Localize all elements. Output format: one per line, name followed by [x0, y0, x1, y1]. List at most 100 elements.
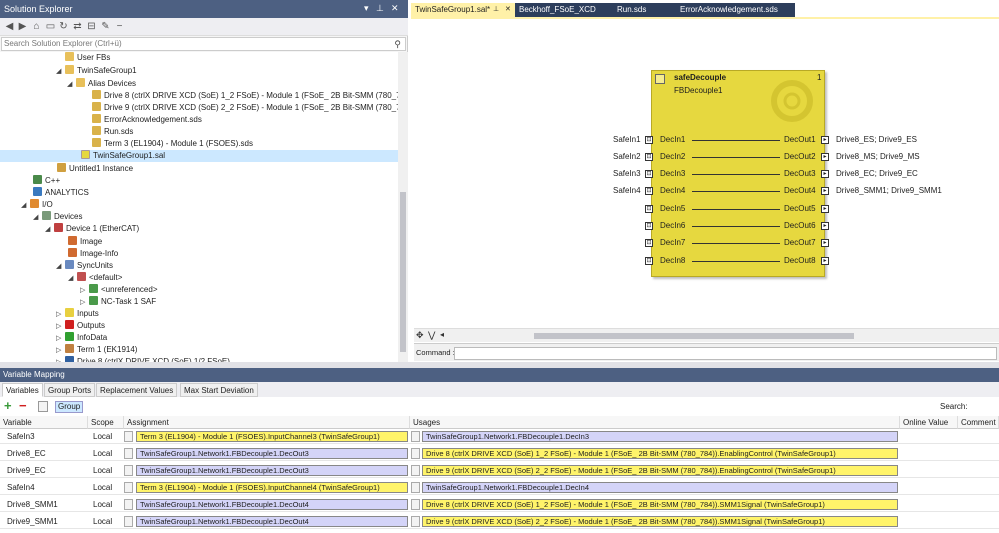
output-pin-5[interactable]: ▸ — [821, 205, 829, 213]
tree-item-run[interactable]: Run.sds — [92, 126, 133, 138]
usages-cell[interactable]: TwinSafeGroup1.Network1.FBDecouple1.DecI… — [422, 431, 898, 442]
output-pin-4[interactable]: ▸ — [821, 187, 829, 195]
column-header-usages[interactable]: Usages — [410, 416, 900, 429]
tree-item-cpp[interactable]: C++ — [33, 175, 60, 187]
tree-item-term3[interactable]: Term 3 (EL1904) - Module 1 (FSOES).sds — [92, 138, 253, 150]
output-pin-2[interactable]: ▸ — [821, 153, 829, 161]
table-row[interactable]: SafeIn3 Local Term 3 (EL1904) - Module 1 (… — [0, 429, 999, 444]
expanded-arrow-icon[interactable]: ◢ — [33, 212, 42, 224]
collapse-all-icon[interactable]: ⊟ — [86, 21, 97, 32]
input-pin-6[interactable]: ⊡ — [645, 222, 653, 230]
assignment-picker-button[interactable] — [124, 482, 133, 493]
expanded-arrow-icon[interactable]: ◢ — [68, 273, 77, 285]
output-pin-6[interactable]: ▸ — [821, 222, 829, 230]
input-pin-3[interactable]: ⊡ — [645, 170, 653, 178]
usages-cell[interactable]: Drive 9 (ctrlX DRIVE XCD (SoE) 2_2 FSoE)… — [422, 465, 898, 476]
search-icon[interactable]: ⚲ — [394, 39, 401, 50]
column-header-online-value[interactable]: Online Value — [900, 416, 958, 429]
solution-explorer-search-input[interactable]: Search Solution Explorer (Ctrl+ü) ⚲ — [1, 37, 406, 51]
home-icon[interactable]: ⌂ — [31, 21, 42, 32]
expanded-arrow-icon[interactable]: ◢ — [67, 79, 76, 91]
tree-item-alias-devices[interactable]: ◢ Alias Devices — [67, 78, 136, 90]
tree-item-error-ack[interactable]: ErrorAcknowledgement.sds — [92, 114, 202, 126]
tree-item-term1[interactable]: ▷ Term 1 (EK1914) — [56, 344, 137, 356]
dropdown-icon[interactable]: ▾ — [364, 3, 369, 14]
usages-picker-button[interactable] — [411, 431, 420, 442]
tab-error-acknowledgement-sds[interactable]: ErrorAcknowledgement.sds — [676, 3, 795, 17]
expanded-arrow-icon[interactable]: ◢ — [56, 261, 65, 273]
tree-item-unreferenced[interactable]: ▷ <unreferenced> — [80, 284, 158, 296]
assignment-cell[interactable]: TwinSafeGroup1.Network1.FBDecouple1.DecO… — [136, 465, 408, 476]
tree-item-user-fbs[interactable]: User FBs — [56, 52, 110, 64]
toggle-view-icon[interactable]: ▭ — [45, 21, 56, 32]
tree-item-syncunits[interactable]: ◢ SyncUnits — [56, 260, 113, 272]
tab-beckhoff-fsoe-xcd[interactable]: Beckhoff_FSoE_XCD — [515, 3, 613, 17]
tree-item-devices[interactable]: ◢ Devices — [33, 211, 82, 223]
tab-max-start-deviation[interactable]: Max Start Deviation — [180, 383, 258, 397]
table-row[interactable]: Drive8_SMM1 Local TwinSafeGroup1.Network1.… — [0, 497, 999, 512]
pin-icon[interactable]: ⊥ — [493, 3, 499, 17]
pin-icon[interactable]: ⊥ — [376, 3, 384, 14]
usages-cell[interactable]: Drive 8 (ctrlX DRIVE XCD (SoE) 1_2 FSoE)… — [422, 499, 898, 510]
tab-replacement-values[interactable]: Replacement Values — [96, 383, 178, 397]
back-icon[interactable]: ◀ — [4, 21, 15, 32]
table-row[interactable]: Drive9_SMM1 Local TwinSafeGroup1.Network1.… — [0, 514, 999, 529]
assignment-picker-button[interactable] — [124, 516, 133, 527]
tree-item-inputs[interactable]: ▷ Inputs — [56, 308, 99, 320]
tree-item-drive9-alias[interactable]: Drive 9 (ctrlX DRIVE XCD (SoE) 2_2 FSoE)… — [92, 102, 398, 114]
tree-item-nc-task[interactable]: ▷ NC-Task 1 SAF — [80, 296, 156, 308]
usages-picker-button[interactable] — [411, 516, 420, 527]
group-button[interactable]: Group — [55, 401, 84, 413]
output-pin-8[interactable]: ▸ — [821, 257, 829, 265]
scrollbar-thumb[interactable] — [534, 333, 854, 339]
output-pin-7[interactable]: ▸ — [821, 239, 829, 247]
assignment-cell[interactable]: TwinSafeGroup1.Network1.FBDecouple1.DecO… — [136, 499, 408, 510]
solution-explorer-scrollbar[interactable] — [398, 52, 408, 368]
canvas-horizontal-scrollbar[interactable]: ✥ ⋁ ◂ — [414, 328, 999, 342]
close-tab-icon[interactable]: ✕ — [505, 3, 511, 17]
tree-item-twinsafegroup1[interactable]: ◢ TwinSafeGroup1 — [56, 65, 137, 77]
tree-item-untitled1-instance[interactable]: Untitled1 Instance — [57, 163, 133, 175]
table-row[interactable]: Drive9_EC Local TwinSafeGroup1.Network1.FB… — [0, 463, 999, 478]
assignment-cell[interactable]: Term 3 (EL1904) - Module 1 (FSOES).Input… — [136, 482, 408, 493]
usages-cell[interactable]: Drive 9 (ctrlX DRIVE XCD (SoE) 2_2 FSoE)… — [422, 516, 898, 527]
tab-twinsafegroup1-sal[interactable]: TwinSafeGroup1.sal* ⊥ ✕ — [411, 3, 515, 17]
table-row[interactable]: SafeIn4 Local Term 3 (EL1904) - Module 1 (… — [0, 480, 999, 495]
column-header-comment[interactable]: Comment — [958, 416, 999, 429]
assignment-picker-button[interactable] — [124, 499, 133, 510]
assignment-cell[interactable]: TwinSafeGroup1.Network1.FBDecouple1.DecO… — [136, 516, 408, 527]
document-icon[interactable] — [38, 401, 48, 412]
input-pin-2[interactable]: ⊡ — [645, 153, 653, 161]
remove-icon[interactable]: − — [19, 398, 27, 413]
assignment-picker-button[interactable] — [124, 431, 133, 442]
input-pin-5[interactable]: ⊡ — [645, 205, 653, 213]
usages-picker-button[interactable] — [411, 448, 420, 459]
assignment-picker-button[interactable] — [124, 465, 133, 476]
input-pin-7[interactable]: ⊡ — [645, 239, 653, 247]
usages-cell[interactable]: TwinSafeGroup1.Network1.FBDecouple1.DecI… — [422, 482, 898, 493]
expanded-arrow-icon[interactable]: ◢ — [21, 200, 30, 212]
add-icon[interactable]: + — [4, 398, 12, 413]
output-pin-3[interactable]: ▸ — [821, 170, 829, 178]
output-pin-1[interactable]: ▸ — [821, 136, 829, 144]
input-pin-8[interactable]: ⊡ — [645, 257, 653, 265]
collapse-icon[interactable]: ⋁ — [428, 330, 435, 341]
tree-item-drive8-alias[interactable]: Drive 8 (ctrlX DRIVE XCD (SoE) 1_2 FSoE)… — [92, 90, 398, 102]
tree-item-image-info[interactable]: Image-Info — [68, 248, 118, 260]
tree-item-io[interactable]: ◢ I/O — [21, 199, 53, 211]
usages-picker-button[interactable] — [411, 499, 420, 510]
tree-item-device1-ethercat[interactable]: ◢ Device 1 (EtherCAT) — [45, 223, 139, 235]
properties-icon[interactable]: ✎ — [100, 21, 111, 32]
forward-icon[interactable]: ▶ — [17, 21, 28, 32]
expanded-arrow-icon[interactable]: ◢ — [45, 224, 54, 236]
tab-group-ports[interactable]: Group Ports — [44, 383, 96, 397]
usages-picker-button[interactable] — [411, 482, 420, 493]
scrollbar-thumb[interactable] — [400, 192, 406, 352]
assignment-cell[interactable]: Term 3 (EL1904) - Module 1 (FSOES).Input… — [136, 431, 408, 442]
tab-variables[interactable]: Variables — [2, 383, 43, 397]
usages-cell[interactable]: Drive 8 (ctrlX DRIVE XCD (SoE) 1_2 FSoE)… — [422, 448, 898, 459]
input-pin-4[interactable]: ⊡ — [645, 187, 653, 195]
tree-item-outputs[interactable]: ▷ Outputs — [56, 320, 105, 332]
tree-item-image[interactable]: Image — [68, 236, 102, 248]
zoom-fit-icon[interactable]: ✥ — [416, 330, 424, 341]
